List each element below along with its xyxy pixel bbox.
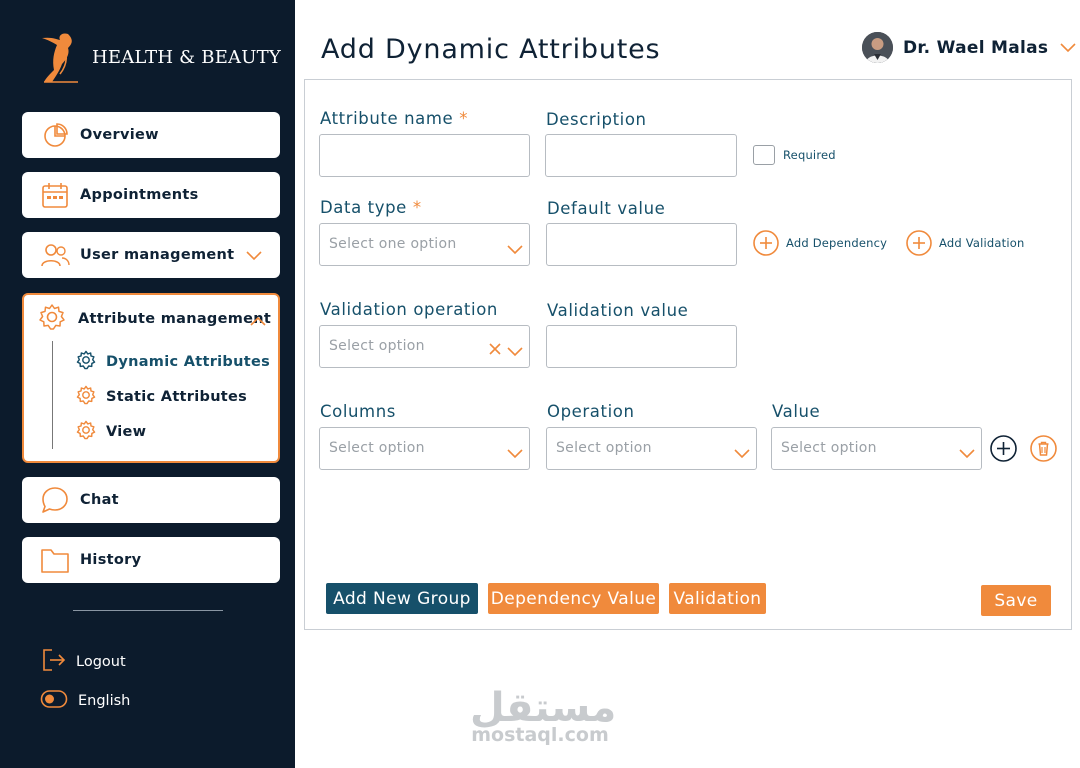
- validation-operation-label: Validation operation: [320, 300, 498, 319]
- validation-operation-placeholder: Select option: [329, 338, 425, 354]
- columns-placeholder: Select option: [329, 440, 425, 456]
- calendar-icon: [40, 180, 70, 210]
- description-input[interactable]: [545, 134, 737, 177]
- logout-icon: [40, 648, 66, 676]
- sidebar: HEALTH & BEAUTY Overview Appointments Us…: [0, 0, 295, 768]
- sidebar-divider: [73, 610, 223, 611]
- page-title: Add Dynamic Attributes: [321, 34, 661, 65]
- gear-icon: [76, 420, 96, 444]
- dependency-value-button[interactable]: Dependency Value: [488, 583, 659, 614]
- nav-attribute-management: Attribute management Dynamic Attributes …: [22, 293, 280, 463]
- nav-history-label: History: [80, 552, 142, 568]
- toggle-icon: [40, 689, 68, 713]
- language-toggle[interactable]: English: [40, 689, 130, 713]
- clear-icon[interactable]: [489, 340, 501, 359]
- validation-button[interactable]: Validation: [669, 583, 766, 614]
- logout-link[interactable]: Logout: [40, 648, 126, 676]
- data-type-select[interactable]: Select one option: [319, 223, 530, 266]
- gear-icon: [76, 385, 96, 409]
- attribute-name-input[interactable]: [319, 134, 530, 177]
- chevron-down-icon[interactable]: [246, 246, 262, 265]
- nav-history[interactable]: History: [22, 537, 280, 583]
- nav-user-management[interactable]: User management: [22, 232, 280, 278]
- attribute-name-label: Attribute name *: [320, 109, 469, 128]
- sub-item-static-attributes[interactable]: Static Attributes: [76, 385, 247, 409]
- brand-name: HEALTH & BEAUTY: [92, 46, 281, 68]
- columns-select[interactable]: Select option: [319, 427, 530, 470]
- language-label: English: [78, 693, 131, 709]
- add-validation-button[interactable]: [906, 230, 932, 256]
- add-dependency-button[interactable]: [753, 230, 779, 256]
- chevron-down-icon: [507, 240, 523, 259]
- validation-value-label: Validation value: [547, 301, 689, 320]
- chevron-down-icon: [734, 444, 750, 463]
- chevron-down-icon: [507, 342, 523, 361]
- add-new-group-button[interactable]: Add New Group: [326, 583, 478, 614]
- add-dependency-label[interactable]: Add Dependency: [786, 236, 887, 250]
- nav-overview-label: Overview: [80, 127, 159, 143]
- chevron-down-icon: [507, 444, 523, 463]
- nav-user-management-label: User management: [80, 247, 235, 263]
- users-icon: [40, 240, 70, 270]
- operation-select[interactable]: Select option: [546, 427, 757, 470]
- user-name: Dr. Wael Malas: [903, 37, 1049, 58]
- description-label: Description: [546, 110, 647, 129]
- plus-circle-icon: [990, 435, 1017, 462]
- columns-label: Columns: [320, 402, 396, 421]
- operation-placeholder: Select option: [556, 440, 652, 456]
- gear-icon: [76, 350, 96, 374]
- folder-icon: [40, 545, 70, 575]
- operation-label: Operation: [547, 402, 635, 421]
- default-value-label: Default value: [547, 199, 666, 218]
- value-placeholder: Select option: [781, 440, 877, 456]
- data-type-placeholder: Select one option: [329, 236, 457, 252]
- nav-chat[interactable]: Chat: [22, 477, 280, 523]
- required-checkbox[interactable]: [753, 145, 775, 165]
- logout-label: Logout: [76, 654, 126, 670]
- delete-row-button[interactable]: [1030, 435, 1057, 462]
- default-value-input[interactable]: [546, 223, 737, 266]
- trash-icon: [1030, 435, 1057, 462]
- chevron-up-icon[interactable]: [250, 311, 266, 330]
- gear-icon: [38, 303, 66, 335]
- sub-item-view[interactable]: View: [76, 420, 146, 444]
- plus-circle-icon: [753, 230, 779, 256]
- watermark-arabic: مستقل: [470, 685, 617, 731]
- user-menu[interactable]: Dr. Wael Malas: [862, 32, 1076, 63]
- attribute-management-header[interactable]: Attribute management: [38, 303, 271, 335]
- add-row-button[interactable]: [990, 435, 1017, 462]
- watermark: مستقل mostaql.com: [470, 685, 617, 746]
- value-select[interactable]: Select option: [771, 427, 982, 470]
- chevron-down-icon: [959, 444, 975, 463]
- data-type-label: Data type *: [320, 198, 422, 217]
- pie-chart-icon: [40, 120, 70, 150]
- chat-bubble-icon: [40, 485, 70, 515]
- plus-circle-icon: [906, 230, 932, 256]
- sub-item-label: View: [106, 424, 147, 440]
- nav-chat-label: Chat: [80, 492, 119, 508]
- watermark-latin: mostaql.com: [471, 724, 609, 746]
- nav-appointments[interactable]: Appointments: [22, 172, 280, 218]
- add-validation-label[interactable]: Add Validation: [939, 236, 1025, 250]
- sub-item-label: Static Attributes: [106, 389, 248, 405]
- nav-appointments-label: Appointments: [80, 187, 199, 203]
- brand-logo[interactable]: HEALTH & BEAUTY: [38, 30, 281, 84]
- value-label: Value: [772, 402, 821, 421]
- required-label: Required: [783, 148, 836, 162]
- brand-figure-icon: [42, 33, 78, 83]
- nav-overview[interactable]: Overview: [22, 112, 280, 158]
- avatar: [862, 32, 893, 63]
- chevron-down-icon[interactable]: [1060, 38, 1076, 57]
- validation-operation-select[interactable]: Select option: [319, 325, 530, 368]
- nav-attribute-management-label: Attribute management: [78, 311, 272, 327]
- sub-item-dynamic-attributes[interactable]: Dynamic Attributes: [76, 350, 270, 374]
- save-button[interactable]: Save: [981, 585, 1051, 616]
- sub-item-label: Dynamic Attributes: [106, 354, 271, 370]
- validation-value-input[interactable]: [546, 325, 737, 368]
- tree-connector: [52, 341, 53, 449]
